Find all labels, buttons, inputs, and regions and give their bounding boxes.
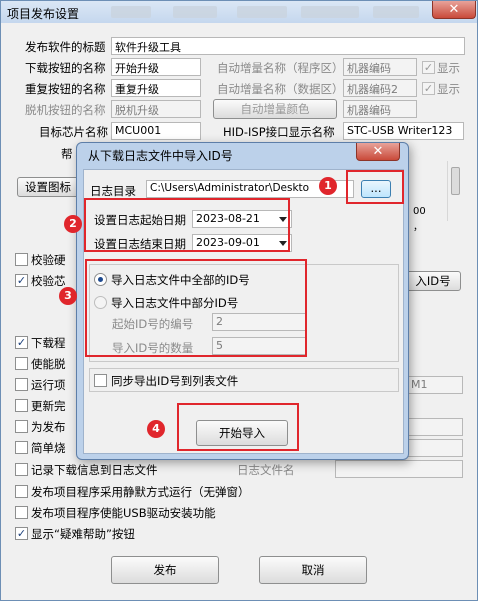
annotation-marker-3: 3 [59,287,77,305]
blurred-tab [301,6,359,18]
auto-prog-input[interactable]: 机器编码 [343,58,417,76]
usb-driver-checkbox[interactable] [15,506,28,519]
verify-hw-checkbox[interactable] [15,253,28,266]
dialog-title: 从下载日志文件中导入ID号 [88,149,233,163]
for-publish-input[interactable] [407,418,463,436]
offline-input[interactable]: 脱机升级 [111,100,201,118]
annotation-box-4 [177,403,299,451]
chip-input[interactable]: MCU001 [111,122,201,140]
dialog-close-button[interactable]: ✕ [356,143,400,161]
hid-label: HID-ISP接口显示名称 [223,125,335,139]
window-close-button[interactable]: ✕ [432,1,476,19]
verify-chip-checkbox[interactable]: ✓ [15,274,28,287]
update-done-checkbox[interactable] [15,399,28,412]
log-download-label: 记录下载信息到日志文件 [31,463,158,477]
blurred-tab [237,6,287,18]
title-bar: 项目发布设置 ✕ [1,1,477,23]
annotation-box-3 [85,259,307,357]
run-proj-checkbox[interactable] [15,378,28,391]
auto-prog-label: 自动增量名称（程序区） [217,61,344,75]
annotation-box-2 [84,198,290,252]
auto-data-show-checkbox[interactable]: ✓ [422,82,435,95]
title-input[interactable]: 软件升级工具 [111,37,465,55]
enable-offline-checkbox[interactable] [15,357,28,370]
title-label: 发布软件的标题 [25,40,106,54]
download-label: 下载按钮的名称 [25,61,106,75]
for-publish-checkbox[interactable] [15,420,28,433]
sync-export-label: 同步导出ID号到列表文件 [111,374,239,388]
sync-export-checkbox[interactable] [94,374,107,387]
hid-input[interactable]: STC-USB Writer123 [343,122,464,140]
help-text-scrollbar[interactable] [447,161,463,221]
window-title: 项目发布设置 [7,7,80,21]
usb-driver-label: 发布项目程序使能USB驱动安装功能 [31,506,216,520]
simple-burn-input[interactable] [407,439,463,457]
blurred-tab [373,6,419,18]
download-prog-checkbox[interactable]: ✓ [15,336,28,349]
cancel-button[interactable]: 取消 [259,556,367,584]
log-dir-label: 日志目录 [90,184,136,198]
annotation-marker-1: 1 [319,177,337,195]
show-label: 显示 [437,82,460,96]
auto-data-input[interactable]: 机器编码2 [343,79,417,97]
scrollbar-thumb[interactable] [451,167,460,195]
blurred-tab [111,6,151,18]
annotation-marker-4: 4 [147,420,165,438]
project-publish-window: 项目发布设置 ✕ 发布软件的标题 软件升级工具 下载按钮的名称 开始升级 自动增… [0,0,478,601]
repeat-input[interactable]: 重复升级 [111,79,201,97]
silent-run-label: 发布项目程序采用静默方式运行（无弹窗） [31,485,250,499]
help-label-partial: 帮 [61,147,73,161]
silent-run-checkbox[interactable] [15,485,28,498]
annotation-marker-2: 2 [64,215,82,233]
verify-chip-label: 校验芯 [31,274,66,288]
chip-label: 目标芯片名称 [39,125,108,139]
log-download-checkbox[interactable] [15,463,28,476]
settings-icon-button[interactable]: 设置图标 [17,177,79,197]
log-file-input[interactable] [335,460,463,478]
import-id-button[interactable]: 入ID号 [405,271,461,291]
simple-burn-checkbox[interactable] [15,441,28,454]
repeat-label: 重复按钮的名称 [25,82,106,96]
show-help-checkbox[interactable]: ✓ [15,527,28,540]
run-proj-select[interactable]: M1 [407,376,463,394]
download-prog-label: 下载程 [31,336,66,350]
annotation-box-1 [346,170,404,204]
verify-hw-label: 校验硬 [31,253,66,267]
download-input[interactable]: 开始升级 [111,58,201,76]
run-proj-label: 运行项 [31,378,66,392]
offline-label: 脱机按钮的名称 [25,103,106,117]
auto-prog-show-checkbox[interactable]: ✓ [422,61,435,74]
auto-color-button[interactable]: 自动增量颜色 [213,99,337,119]
help-text-fragment: ， [413,222,423,233]
help-text-fragment: 00 [413,206,426,217]
enable-offline-label: 使能脱 [31,357,66,371]
blurred-tab [173,6,217,18]
show-help-label: 显示“疑难帮助”按钮 [31,527,135,541]
simple-burn-label: 简单烧 [31,441,66,455]
log-file-label: 日志文件名 [237,463,295,477]
publish-button[interactable]: 发布 [111,556,219,584]
show-label: 显示 [437,61,460,75]
for-publish-label: 为发布 [31,420,66,434]
auto-data-label: 自动增量名称（数据区） [217,82,344,96]
update-done-label: 更新完 [31,399,66,413]
offline-value2-input[interactable]: 机器编码 [343,100,417,118]
